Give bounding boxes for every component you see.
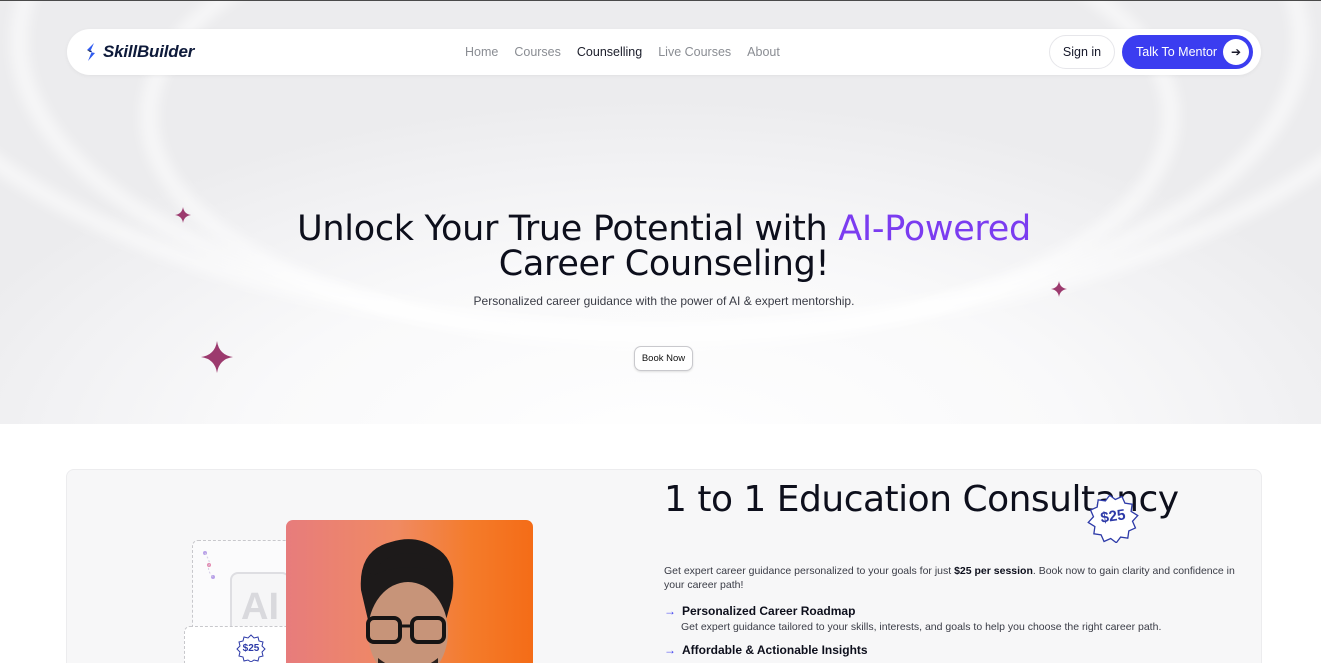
brand-name: SkillBuilder bbox=[103, 42, 195, 61]
consultancy-description: Get expert career guidance personalized … bbox=[664, 564, 1249, 592]
nav-link-home[interactable]: Home bbox=[465, 45, 498, 59]
desc-before: Get expert career guidance personalized … bbox=[664, 565, 955, 577]
hero-title-accent: AI-Powered bbox=[838, 209, 1031, 249]
mentor-photo bbox=[286, 520, 533, 663]
talk-to-mentor-button[interactable]: Talk To Mentor ➔ bbox=[1122, 35, 1253, 69]
feature-item: → Affordable & Actionable Insights bbox=[664, 643, 1244, 657]
nav-link-about[interactable]: About bbox=[747, 45, 780, 59]
feature-item: → Personalized Career Roadmap Get expert… bbox=[664, 604, 1244, 633]
skillbuilder-logo-icon bbox=[87, 43, 95, 61]
top-navbar: SkillBuilder Home Courses Counselling Li… bbox=[67, 29, 1261, 75]
arrow-right-icon: → bbox=[664, 643, 676, 657]
sign-in-button[interactable]: Sign in bbox=[1049, 35, 1115, 69]
talk-to-mentor-label: Talk To Mentor bbox=[1136, 45, 1218, 59]
feature-title: Affordable & Actionable Insights bbox=[682, 643, 868, 657]
feature-description: Get expert guidance tailored to your ski… bbox=[681, 621, 1162, 633]
brand-logo[interactable]: SkillBuilder bbox=[83, 41, 194, 63]
hero-title-part2: Career Counseling! bbox=[498, 244, 830, 284]
illustration-price-label: $25 bbox=[242, 642, 260, 654]
nav-link-live-courses[interactable]: Live Courses bbox=[658, 45, 731, 59]
hero-subtitle: Personalized career guidance with the po… bbox=[473, 294, 855, 308]
consultancy-title: 1 to 1 Education Consultancy bbox=[664, 479, 1179, 520]
nav-links: Home Courses Counselling Live Courses Ab… bbox=[465, 29, 780, 75]
mentor-portrait-icon bbox=[360, 539, 454, 663]
feature-title: Personalized Career Roadmap bbox=[682, 604, 856, 618]
arrow-right-icon: → bbox=[664, 604, 676, 618]
sparkle-icon bbox=[201, 341, 233, 373]
desc-bold: $25 per session bbox=[954, 565, 1033, 577]
book-now-button[interactable]: Book Now bbox=[634, 346, 693, 371]
nav-link-counselling[interactable]: Counselling bbox=[577, 45, 642, 59]
arrow-right-icon: ➔ bbox=[1223, 39, 1249, 65]
nav-link-courses[interactable]: Courses bbox=[514, 45, 561, 59]
hero-title-part1: Unlock Your True Potential with bbox=[297, 209, 839, 249]
hero-title: Unlock Your True Potential with AI-Power… bbox=[160, 212, 1168, 282]
